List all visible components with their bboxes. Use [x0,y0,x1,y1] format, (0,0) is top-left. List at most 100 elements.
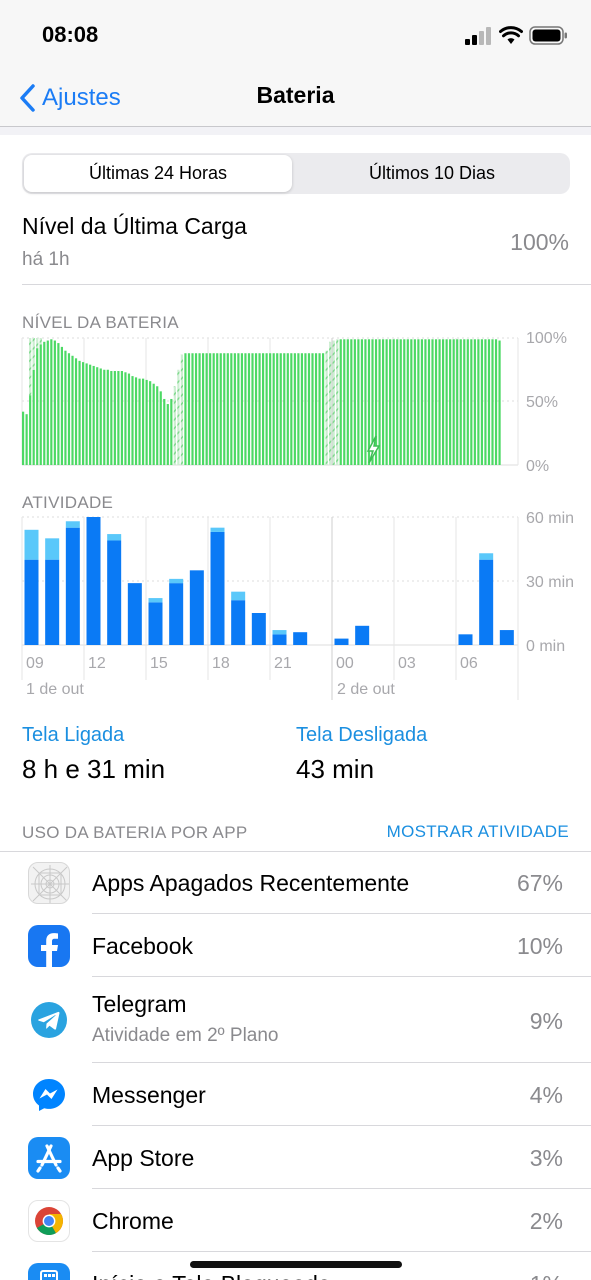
app-row[interactable]: Messenger 4% [0,1063,591,1126]
app-row[interactable]: Chrome 2% [0,1189,591,1252]
activity-bar-screen-on [148,602,163,645]
battery-bar-charging [336,339,339,465]
battery-charging-segment [29,338,32,396]
battery-bar [473,339,476,465]
battery-bar [240,353,244,465]
battery-bar [85,363,88,465]
app-row[interactable]: Telegram Atividade em 2º Plano 9% [0,977,591,1063]
battery-bar [131,376,134,465]
battery-bar [110,371,113,465]
activity-chart: 60 min 30 min 0 min 09 12 15 18 21 00 03… [21,510,574,700]
battery-bar [60,346,64,465]
battery-bar [71,355,74,465]
battery-bar [424,339,427,465]
battery-tick-label: 0% [526,458,549,475]
battery-bar [233,353,236,465]
battery-bar [198,353,201,465]
battery-bar [353,339,356,465]
battery-bars [22,338,501,465]
app-name: App Store [92,1145,195,1171]
battery-bar [74,358,78,465]
battery-bar [166,404,169,465]
screen-off-label: Tela Desligada [296,724,428,746]
battery-bar [382,339,385,465]
battery-bar [477,339,480,465]
app-row[interactable]: App Store 3% [0,1126,591,1189]
app-row[interactable]: Apps Apagados Recentemente 67% [0,852,591,914]
status-time: 08:08 [42,22,99,47]
activity-bar-screen-off [24,529,39,560]
app-store-icon [28,1137,70,1179]
battery-bar [420,339,424,465]
battery-bar [304,353,307,465]
battery-bar [106,369,109,465]
battery-bar [96,367,99,465]
activity-bar-screen-on [210,531,225,645]
battery-bar [487,339,491,465]
activity-bar-screen-on [86,517,101,645]
battery-bar [491,339,494,465]
activity-bar-screen-on [231,600,246,645]
battery-bar [392,339,395,465]
app-name: Início e Tela Bloqueada [92,1271,331,1280]
activity-bar-screen-off [231,591,246,601]
battery-bar [442,339,445,465]
battery-bar [226,353,229,465]
date-label: 2 de out [337,681,395,698]
back-button[interactable]: Ajustes [18,80,121,116]
home-lock-icon [28,1263,70,1280]
activity-bar-screen-on [127,583,142,645]
battery-bar [389,339,392,465]
battery-bar [145,379,148,465]
date-label: 1 de out [26,681,84,698]
time-tick-label: 21 [274,655,292,672]
app-percent: 67% [516,870,563,896]
battery-charging-segment [36,338,39,349]
facebook-icon [28,925,70,967]
battery-bar [212,353,215,465]
battery-bar [445,339,448,465]
battery-bar [456,339,459,465]
battery-bar [484,339,487,465]
battery-bar [318,353,321,465]
navigation-bar: Bateria Ajustes [0,70,591,127]
activity-tick-label: 0 min [526,638,565,655]
time-tick-label: 18 [212,655,230,672]
app-name: Apps Apagados Recentemente [92,870,410,896]
home-indicator[interactable] [190,1261,402,1268]
battery-bar [25,414,28,465]
battery-bar [385,339,388,465]
deleted-apps-icon [28,862,70,904]
battery-bar [124,372,127,465]
app-row[interactable]: Facebook 10% [0,914,591,977]
battery-bar [300,353,304,465]
battery-bar [202,353,205,465]
battery-bar [117,371,120,465]
app-name: Facebook [92,933,194,959]
battery-bar [452,339,455,465]
back-label: Ajustes [42,84,121,111]
segment-last-10-days[interactable]: Últimos 10 Dias [296,155,568,192]
activity-bar-screen-off [45,538,60,560]
status-bar: 08:08 [0,0,591,70]
chrome-icon [28,1200,70,1242]
app-percent: 9% [529,1008,563,1034]
app-subtitle: Atividade em 2º Plano [92,1025,279,1046]
battery-bar [364,339,367,465]
app-name: Chrome [92,1208,174,1234]
battery-bar [223,353,226,465]
battery-bar [247,353,251,465]
battery-bar [343,339,346,465]
divider [22,284,591,285]
battery-bar [22,411,25,465]
battery-bar [142,378,145,465]
app-percent: 1% [530,1271,563,1280]
battery-bar [43,341,46,465]
app-percent: 4% [529,1082,563,1108]
show-activity-button[interactable]: MOSTRAR ATIVIDADE [387,822,569,842]
battery-bar [470,339,473,465]
segment-last-24-hours[interactable]: Últimas 24 Horas [24,155,292,192]
battery-bar [350,339,353,465]
activity-bar-screen-on [107,540,122,645]
battery-bar [219,353,222,465]
